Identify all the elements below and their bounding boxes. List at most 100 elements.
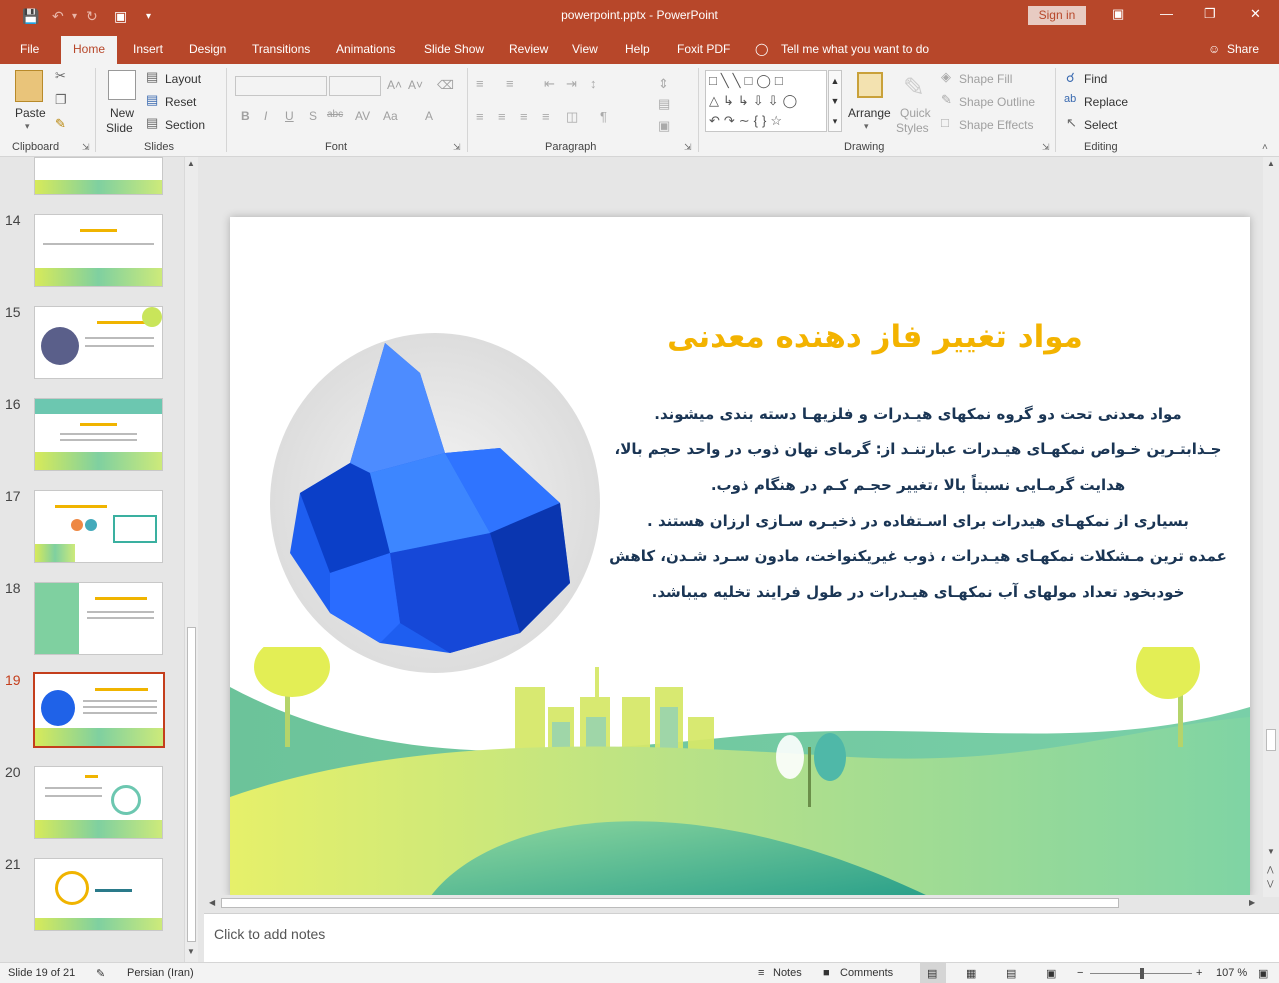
thumbnails-scrollbar[interactable]: ▲ ▼ bbox=[184, 157, 198, 962]
char-spacing-icon[interactable]: AV bbox=[355, 109, 370, 123]
arrange-dropdown-icon[interactable]: ▾ bbox=[864, 121, 869, 132]
previous-slide-icon[interactable]: ⋀ bbox=[1267, 865, 1274, 874]
zoom-slider-thumb[interactable] bbox=[1140, 968, 1144, 979]
slide[interactable]: مواد تغییر فاز دهنده معدنی مواد معدنی تح… bbox=[230, 217, 1250, 897]
line-spacing-icon[interactable]: ↕ bbox=[590, 76, 597, 91]
reset-button[interactable]: Reset bbox=[165, 95, 196, 109]
format-painter-icon[interactable]: ✎ bbox=[55, 116, 66, 132]
change-case-icon[interactable]: Aa bbox=[383, 109, 398, 123]
slide-text-line[interactable]: مواد معدنی تحت دو گروه نمکهای هیـدرات و … bbox=[608, 405, 1228, 423]
comments-button[interactable]: Comments bbox=[840, 967, 893, 979]
tab-view[interactable]: View bbox=[572, 42, 598, 56]
slide-thumbnail-13[interactable] bbox=[34, 157, 163, 195]
tell-me-search[interactable]: Tell me what you want to do bbox=[781, 42, 929, 56]
tab-insert[interactable]: Insert bbox=[133, 42, 163, 56]
zoom-level[interactable]: 107 % bbox=[1216, 967, 1247, 979]
sign-in-button[interactable]: Sign in bbox=[1028, 6, 1086, 25]
find-button[interactable]: Find bbox=[1084, 72, 1107, 86]
tab-slide-show[interactable]: Slide Show bbox=[424, 42, 484, 56]
slideshow-view-icon[interactable]: ▣ bbox=[1046, 967, 1056, 980]
rtl-icon[interactable]: ¶ bbox=[600, 109, 607, 124]
new-slide-icon[interactable] bbox=[108, 70, 136, 100]
tab-file[interactable]: File bbox=[20, 42, 39, 56]
quick-styles-icon[interactable]: ✎ bbox=[903, 72, 925, 103]
slide-thumbnail-17[interactable] bbox=[34, 490, 163, 563]
quick-styles-button-line1[interactable]: Quick bbox=[900, 106, 931, 120]
layout-button[interactable]: Layout bbox=[165, 72, 201, 86]
slide-thumbnail-19[interactable] bbox=[33, 672, 165, 748]
shape-outline-icon[interactable]: ✎ bbox=[941, 92, 952, 108]
strikethrough-icon[interactable]: abc bbox=[327, 109, 343, 120]
notes-button[interactable]: Notes bbox=[773, 967, 802, 979]
font-launcher-icon[interactable]: ⇲ bbox=[453, 142, 461, 153]
slide-thumbnail-16[interactable] bbox=[34, 398, 163, 471]
horizontal-scrollbar[interactable]: ◀ ▶ bbox=[204, 895, 1263, 911]
shape-effects-icon[interactable]: □ bbox=[941, 115, 949, 130]
tab-help[interactable]: Help bbox=[625, 42, 650, 56]
increase-indent-icon[interactable]: ⇥ bbox=[566, 76, 577, 92]
shape-fill-button[interactable]: Shape Fill bbox=[959, 72, 1012, 86]
blue-crystal-image[interactable] bbox=[270, 333, 600, 673]
underline-icon[interactable]: U bbox=[285, 109, 294, 123]
clipboard-launcher-icon[interactable]: ⇲ bbox=[82, 142, 90, 153]
quick-styles-button-line2[interactable]: Styles bbox=[896, 121, 929, 135]
slide-title[interactable]: مواد تغییر فاز دهنده معدنی bbox=[610, 319, 1140, 355]
paste-icon[interactable] bbox=[15, 70, 43, 102]
scroll-left-icon[interactable]: ◀ bbox=[209, 898, 215, 907]
shadow-icon[interactable]: S bbox=[309, 109, 317, 123]
align-text-icon[interactable]: ▤ bbox=[658, 96, 670, 112]
select-icon[interactable]: ↖ bbox=[1066, 115, 1077, 131]
align-center-icon[interactable]: ≡ bbox=[498, 109, 506, 124]
tab-transitions[interactable]: Transitions bbox=[252, 42, 310, 56]
smartart-icon[interactable]: ▣ bbox=[658, 118, 670, 134]
slide-thumbnail-15[interactable] bbox=[34, 306, 163, 379]
align-right-icon[interactable]: ≡ bbox=[520, 109, 528, 124]
bullets-icon[interactable]: ≡ bbox=[476, 76, 484, 91]
slide-text-line[interactable]: بسیاری از نمکهـای هیدرات برای اسـتفاده د… bbox=[608, 512, 1228, 530]
notes-pane[interactable]: Click to add notes bbox=[204, 913, 1279, 963]
section-icon[interactable]: ▤ bbox=[146, 115, 158, 131]
copy-icon[interactable]: ❐ bbox=[55, 92, 67, 108]
shape-fill-icon[interactable]: ◈ bbox=[941, 69, 951, 85]
italic-icon[interactable]: I bbox=[264, 109, 267, 123]
slide-sorter-icon[interactable]: ▦ bbox=[966, 967, 976, 980]
tab-home[interactable]: Home bbox=[61, 36, 117, 64]
replace-icon[interactable]: ab bbox=[1064, 93, 1076, 105]
spell-check-icon[interactable]: ✎ bbox=[96, 967, 105, 980]
font-family-select[interactable] bbox=[235, 76, 327, 96]
share-button[interactable]: Share bbox=[1227, 42, 1259, 56]
shapes-gallery[interactable]: □╲╲□◯□ △↳↳⇩⇩◯ ↶↷∼{}☆ bbox=[705, 70, 827, 132]
paste-dropdown-icon[interactable]: ▾ bbox=[25, 121, 30, 132]
scroll-down-icon[interactable]: ▼ bbox=[1267, 847, 1275, 856]
clear-formatting-icon[interactable]: ⌫ bbox=[437, 78, 454, 92]
section-button[interactable]: Section bbox=[165, 118, 205, 132]
font-size-select[interactable] bbox=[329, 76, 381, 96]
shapes-gallery-scroll[interactable]: ▲ ▼ ▾ bbox=[828, 70, 842, 132]
tab-design[interactable]: Design bbox=[189, 42, 226, 56]
arrange-button[interactable]: Arrange bbox=[848, 106, 891, 120]
shape-outline-button[interactable]: Shape Outline bbox=[959, 95, 1035, 109]
cut-icon[interactable]: ✂ bbox=[55, 68, 66, 84]
fit-to-window-icon[interactable]: ▣ bbox=[1258, 967, 1268, 980]
increase-font-icon[interactable]: A˄ bbox=[387, 78, 402, 92]
text-direction-icon[interactable]: ⇕ bbox=[658, 76, 669, 92]
find-icon[interactable]: ☌ bbox=[1066, 70, 1075, 86]
justify-icon[interactable]: ≡ bbox=[542, 109, 550, 124]
tab-review[interactable]: Review bbox=[509, 42, 548, 56]
columns-icon[interactable]: ◫ bbox=[566, 109, 578, 125]
slide-scrollbar[interactable]: ▲ ▼ ⋀ ⋁ bbox=[1263, 157, 1279, 897]
font-color-icon[interactable]: A bbox=[425, 109, 433, 123]
slide-thumbnail-14[interactable] bbox=[34, 214, 163, 287]
new-slide-button-line1[interactable]: New bbox=[110, 106, 134, 120]
reset-icon[interactable]: ▤ bbox=[146, 92, 158, 108]
bold-icon[interactable]: B bbox=[241, 109, 250, 123]
maximize-icon[interactable]: ❐ bbox=[1204, 6, 1216, 22]
replace-button[interactable]: Replace bbox=[1084, 95, 1128, 109]
close-icon[interactable]: ✕ bbox=[1250, 6, 1261, 22]
shape-effects-button[interactable]: Shape Effects bbox=[959, 118, 1034, 132]
ribbon-display-icon[interactable]: ▣ bbox=[1112, 6, 1124, 22]
slide-thumbnail-18[interactable] bbox=[34, 582, 163, 655]
scroll-right-icon[interactable]: ▶ bbox=[1249, 898, 1255, 907]
decrease-font-icon[interactable]: A˅ bbox=[408, 78, 423, 92]
numbering-icon[interactable]: ≡ bbox=[506, 76, 514, 91]
